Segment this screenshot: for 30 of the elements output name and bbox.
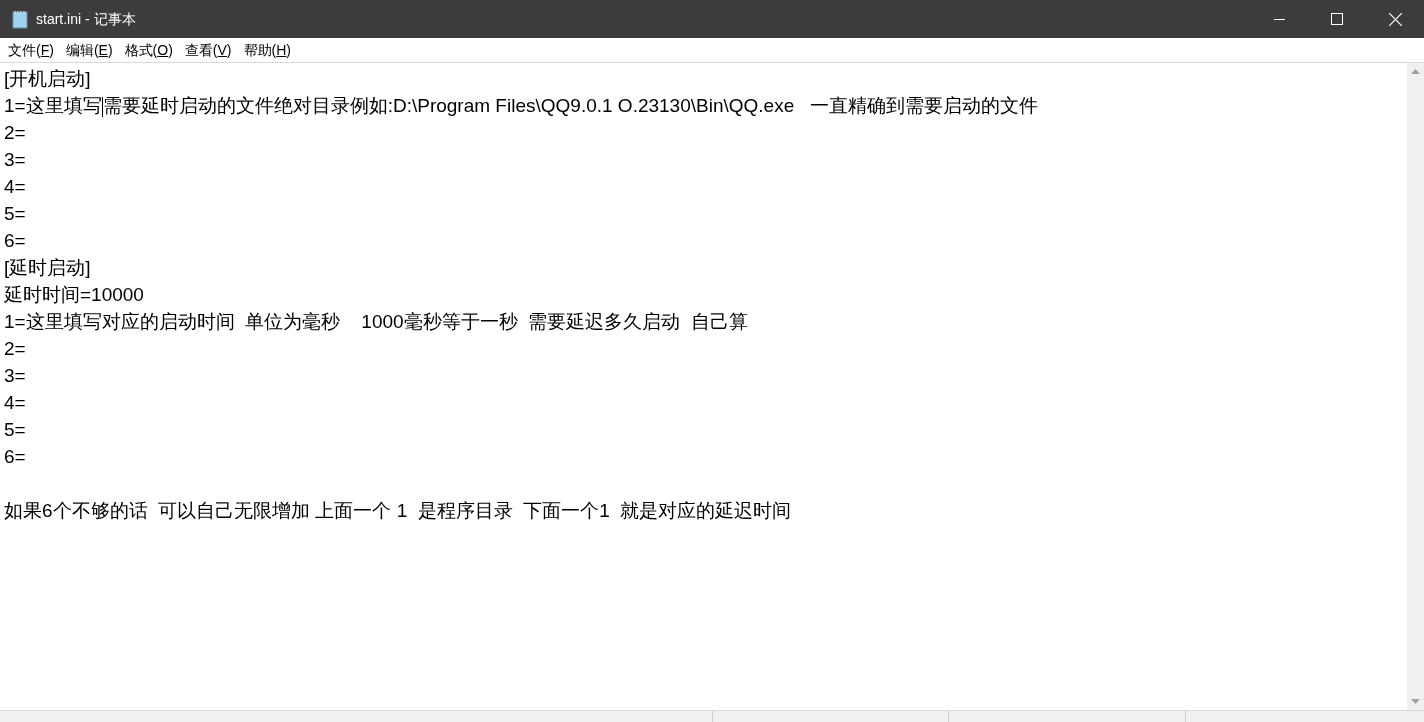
text-line: 5=	[4, 418, 26, 442]
text-cursor	[101, 97, 103, 117]
maximize-icon	[1331, 13, 1343, 25]
vertical-scrollbar[interactable]	[1407, 63, 1424, 710]
scroll-down-icon[interactable]	[1411, 699, 1420, 704]
text-line: 4=	[4, 391, 26, 415]
text-line: 2=	[4, 121, 26, 145]
menu-item[interactable]: 文件(F)	[2, 40, 60, 60]
text-line: 4=	[4, 175, 26, 199]
text-line: 3=	[4, 148, 26, 172]
text-line: 如果6个不够的话 可以自己无限增加 上面一个 1 是程序目录 下面一个1 就是对应的延迟时间	[4, 499, 792, 523]
text-line: [开机启动]	[4, 67, 91, 91]
text-line: 5=	[4, 202, 26, 226]
text-line: [延时启动]	[4, 256, 91, 280]
text-line: 延时时间=10000	[4, 283, 144, 307]
menu-item[interactable]: 帮助(H)	[237, 40, 297, 60]
menu-item[interactable]: 格式(O)	[118, 40, 179, 60]
text-line: 1=这里填写对应的启动时间 单位为毫秒 1000毫秒等于一秒 需要延迟多久启动 自己算	[4, 310, 748, 334]
menu-item[interactable]: 查看(V)	[178, 40, 238, 60]
text-line: 2=	[4, 337, 26, 361]
close-icon	[1388, 12, 1402, 26]
text-line: 1=这里填写需要延时启动的文件绝对目录例如:D:\Program Files\QQ9.0.1 O.23130\Bin\QQ.exe 一直精确到需要启动的文件	[4, 94, 1039, 119]
notepad-icon	[12, 9, 29, 29]
minimize-icon	[1273, 18, 1285, 20]
window-title: start.ini - 记事本	[36, 9, 136, 29]
scroll-up-icon[interactable]	[1411, 69, 1420, 74]
text-line: 6=	[4, 445, 26, 469]
text-line: 3=	[4, 364, 26, 388]
text-line: 6=	[4, 229, 26, 253]
menu-item[interactable]: 编辑(E)	[59, 40, 119, 60]
